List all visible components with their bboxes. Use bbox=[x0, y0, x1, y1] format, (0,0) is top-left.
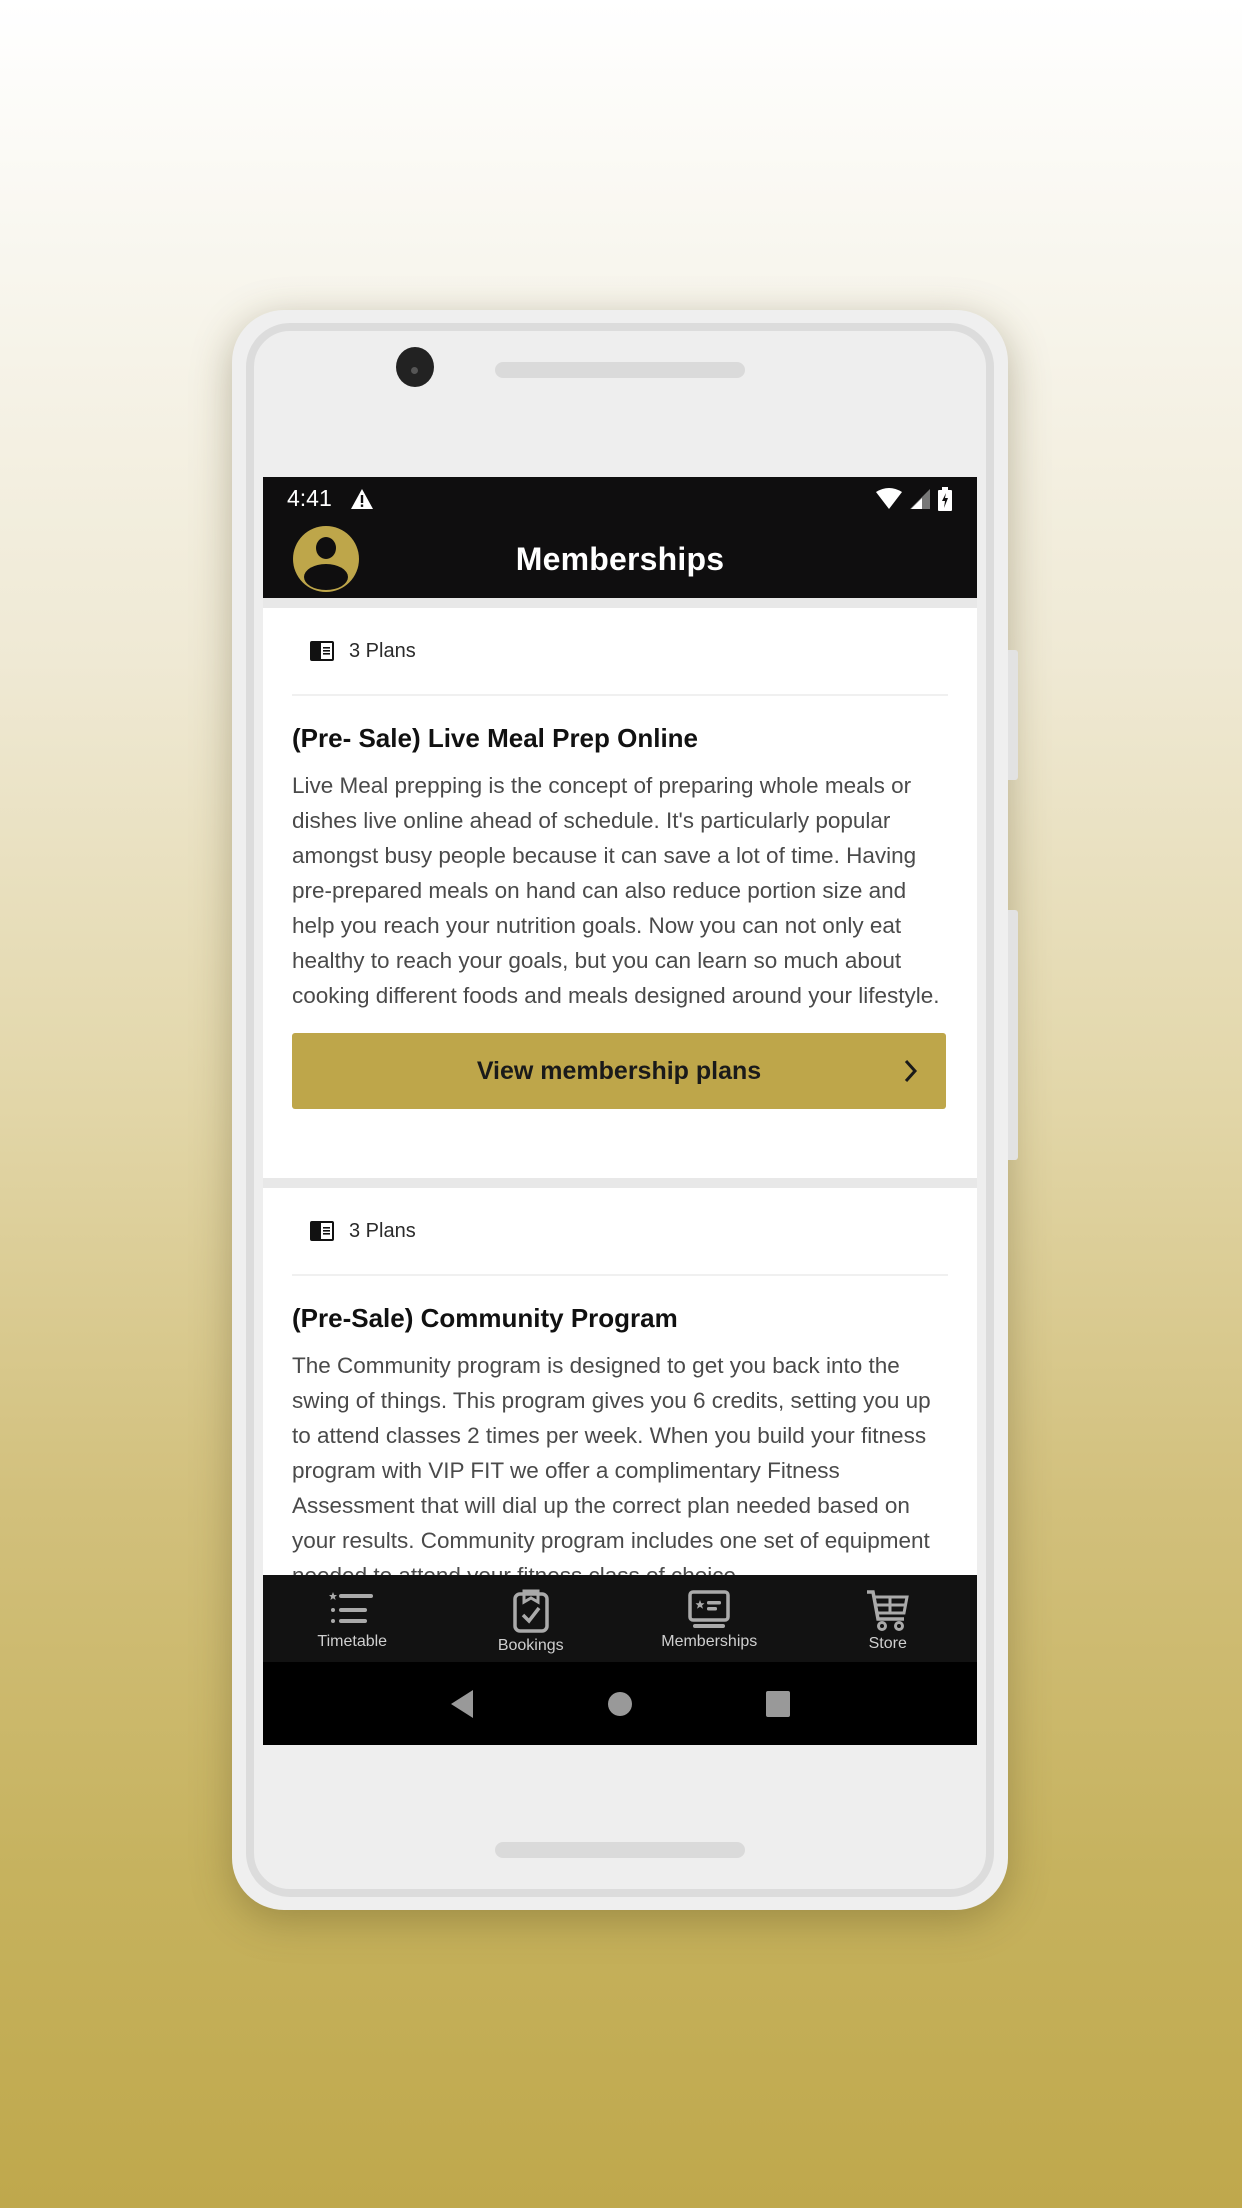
nav-label: Bookings bbox=[497, 1637, 564, 1654]
home-icon bbox=[608, 1691, 632, 1716]
back-icon bbox=[451, 1689, 473, 1718]
nav-label: Store bbox=[868, 1635, 907, 1652]
cart-icon bbox=[866, 1590, 909, 1631]
home-button[interactable] bbox=[600, 1684, 640, 1724]
recents-button[interactable] bbox=[758, 1684, 798, 1724]
power-button bbox=[1008, 650, 1018, 780]
membership-description: The Community program is designed to get… bbox=[292, 1353, 931, 1588]
plans-icon bbox=[310, 1221, 334, 1241]
recents-icon bbox=[766, 1690, 790, 1717]
chevron-right-icon bbox=[904, 1059, 918, 1083]
membership-title: (Pre-Sale) Community Program bbox=[292, 1303, 678, 1333]
battery-charging-icon bbox=[938, 486, 952, 511]
earpiece-speaker bbox=[495, 362, 745, 378]
plans-count-row: 3 Plans bbox=[292, 608, 948, 696]
nav-label: Timetable bbox=[317, 1633, 388, 1650]
plans-icon bbox=[310, 641, 334, 661]
system-navigation-bar bbox=[263, 1662, 977, 1745]
nav-item-timetable[interactable]: Timetable bbox=[263, 1575, 442, 1662]
volume-button bbox=[1008, 910, 1018, 1160]
status-time: 4:41 bbox=[287, 485, 332, 511]
membership-card: 3 Plans (Pre- Sale) Live Meal Prep Onlin… bbox=[263, 608, 977, 1178]
signal-icon bbox=[910, 488, 930, 509]
membership-description: Live Meal prepping is the concept of pre… bbox=[292, 773, 940, 1008]
app-screen: 4:41 Memberships 3 Plans (Pre- Sale) Liv… bbox=[263, 477, 977, 1745]
timetable-list-icon bbox=[329, 1592, 374, 1623]
nav-item-memberships[interactable]: Memberships bbox=[620, 1575, 799, 1662]
membership-card-icon bbox=[688, 1590, 730, 1628]
view-membership-plans-button[interactable]: View membership plans bbox=[292, 1033, 946, 1109]
status-bar: 4:41 bbox=[263, 477, 977, 520]
plans-count: 3 Plans bbox=[349, 1219, 416, 1242]
clipboard-check-icon bbox=[513, 1589, 549, 1633]
alert-icon bbox=[350, 488, 373, 509]
plans-count: 3 Plans bbox=[349, 639, 416, 662]
wifi-icon bbox=[876, 487, 902, 509]
front-camera bbox=[396, 347, 434, 387]
view-membership-plans-label: View membership plans bbox=[476, 1056, 762, 1085]
back-button[interactable] bbox=[442, 1684, 482, 1724]
app-bar: Memberships bbox=[263, 520, 977, 598]
membership-title: (Pre- Sale) Live Meal Prep Online bbox=[292, 723, 699, 753]
page-title: Memberships bbox=[515, 540, 725, 577]
plans-count-row: 3 Plans bbox=[292, 1188, 948, 1276]
nav-item-store[interactable]: Store bbox=[799, 1575, 978, 1662]
nav-label: Memberships bbox=[661, 1633, 758, 1650]
user-avatar-icon[interactable] bbox=[293, 526, 359, 592]
nav-item-bookings[interactable]: Bookings bbox=[442, 1575, 621, 1662]
bottom-navigation: Timetable Bookings Memberships Store bbox=[263, 1575, 977, 1662]
bottom-speaker bbox=[495, 1842, 745, 1858]
